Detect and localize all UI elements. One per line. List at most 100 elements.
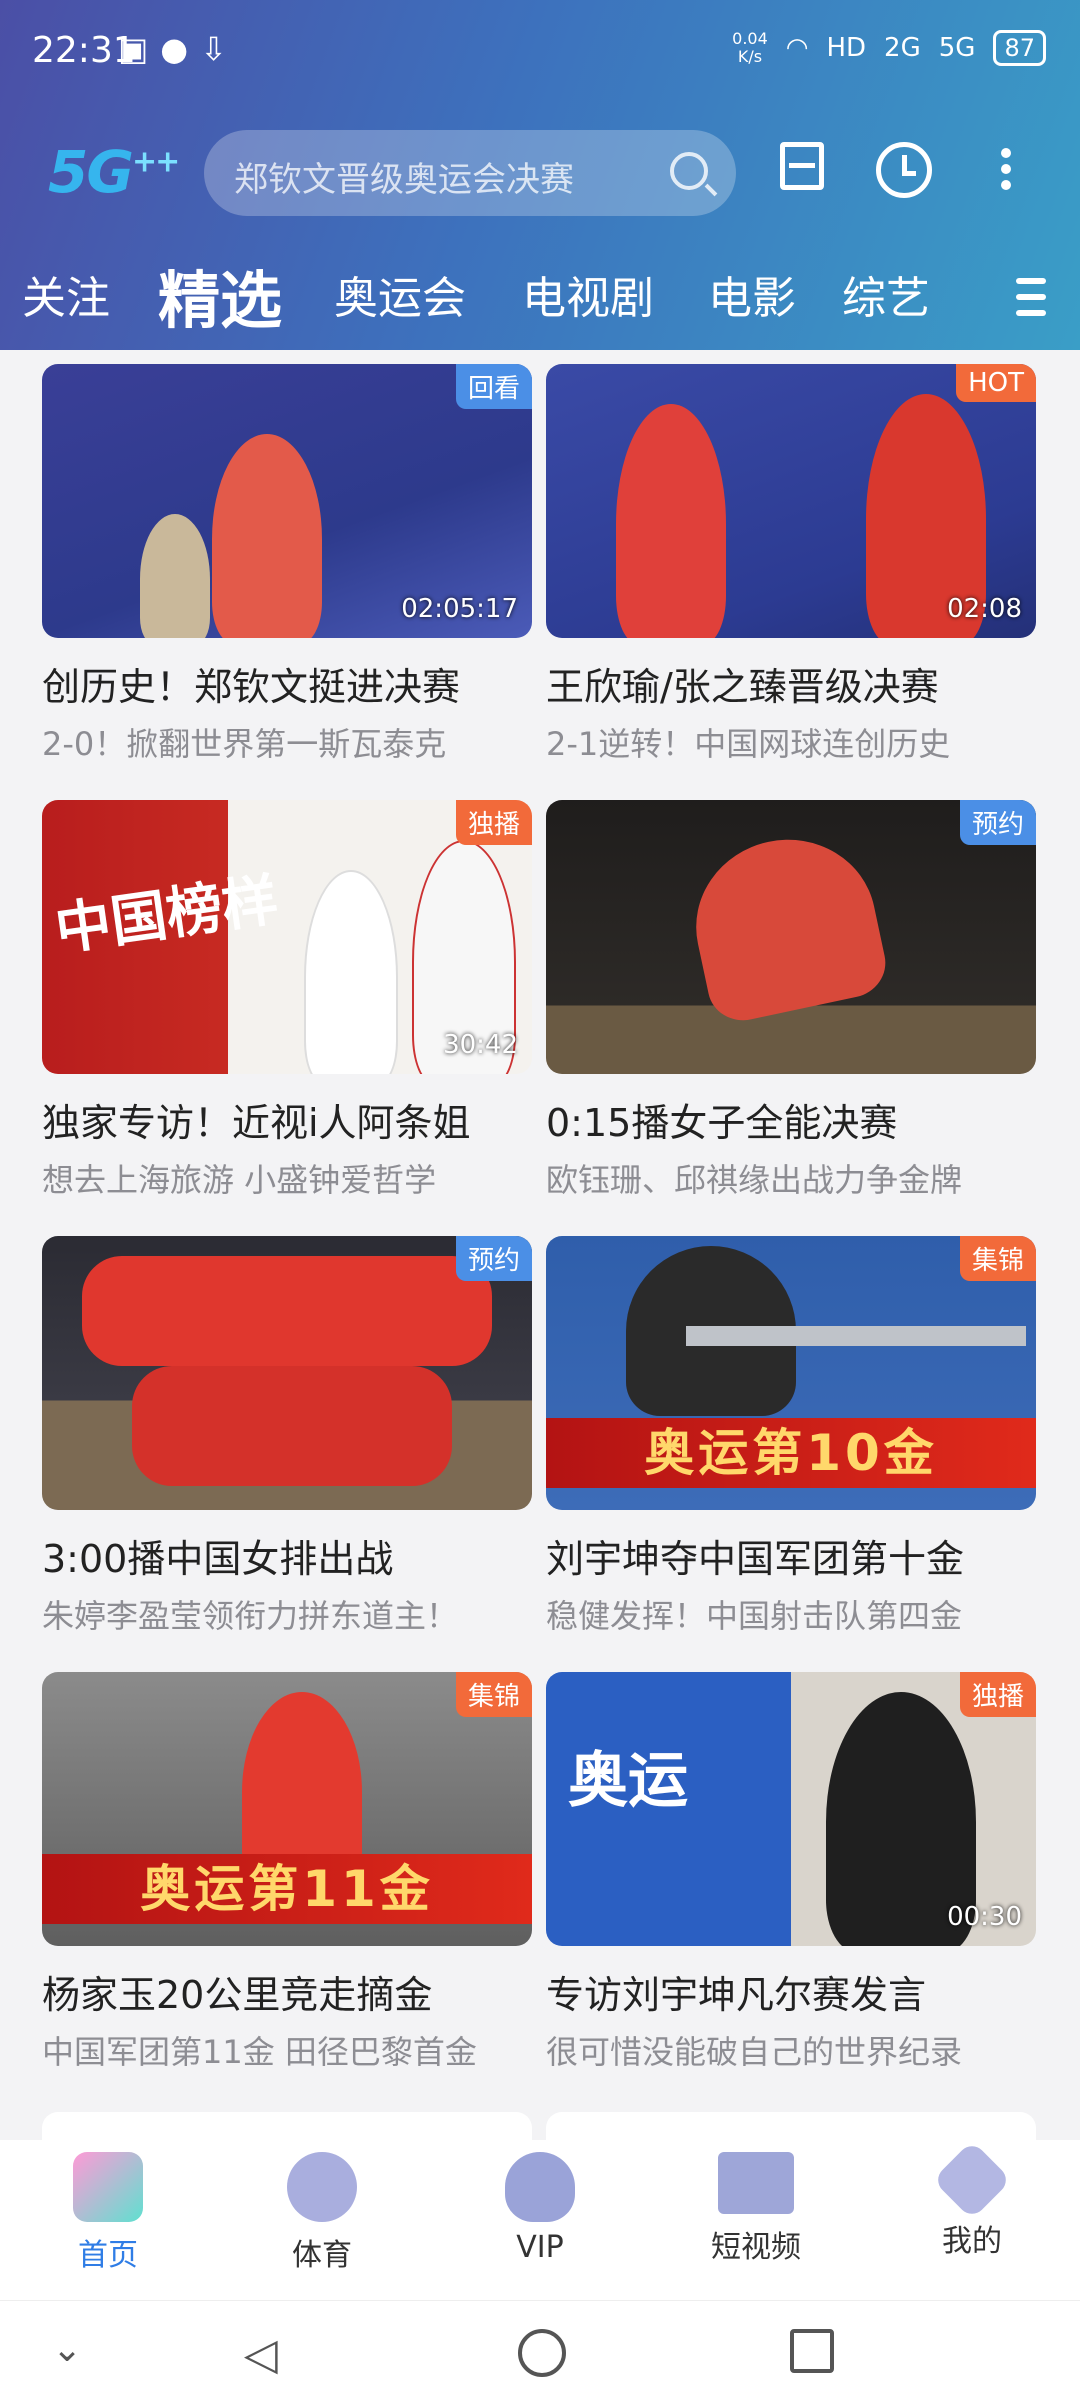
video-thumbnail: 奥运 独播 00:30 [546,1672,1036,1946]
nav-profile[interactable]: 我的 [902,2140,1042,2260]
app-logo[interactable]: 5G++ [48,138,180,206]
thumbnail-overlay: 奥运 [568,1746,688,1816]
tab-tv-series[interactable]: 电视剧 [522,262,654,326]
nav-home[interactable]: 首页 [38,2152,178,2274]
thumbnail-overlay: 中国榜样 [51,867,283,964]
status-right: 0.04 K/s ◠ HD 2G 5G 87 [732,30,1046,66]
card-title: 杨家玉20公里竞走摘金 [42,1973,433,2017]
card-subtitle: 欧钰珊、邱祺缘出战力争金牌 [546,1161,963,1199]
short-video-icon [718,2152,794,2214]
category-tabs: 关注 精选 奥运会 电视剧 电影 综艺 [0,250,1080,340]
card-subtitle: 2-0！掀翻世界第一斯瓦泰克 [42,725,447,763]
search-icon[interactable] [670,152,708,190]
video-card[interactable]: 回看 02:05:17 创历史！郑钦文挺进决赛 2-0！掀翻世界第一斯瓦泰克 [42,364,532,765]
card-title: 0:15播女子全能决赛 [546,1101,898,1145]
video-card[interactable]: HOT 02:08 王欣瑜/张之臻晋级决赛 2-1逆转！中国网球连创历史 [546,364,1036,765]
sports-icon [287,2152,357,2222]
card-tag: 集锦 [455,1672,532,1717]
recents-icon[interactable] [790,2329,834,2373]
card-subtitle: 很可惜没能破自己的世界纪录 [546,2033,963,2071]
collapse-icon[interactable]: ⌄ [52,2329,82,2370]
video-card[interactable]: 中国榜样 独播 30:42 独家专访！近视i人阿条姐 想去上海旅游 小盛钟爱哲学 [42,800,532,1201]
card-subtitle: 想去上海旅游 小盛钟爱哲学 [42,1161,437,1199]
history-icon[interactable] [876,142,932,198]
signal-5g: 5G [938,33,976,63]
bottom-navigation: 首页 体育 VIP 短视频 我的 [0,2140,1080,2300]
battery-indicator: 87 [993,30,1046,66]
card-title: 刘宇坤夺中国军团第十金 [546,1537,965,1581]
tab-menu-icon[interactable] [1016,268,1046,326]
tab-olympics[interactable]: 奥运会 [334,262,466,326]
top-bar: 5G++ 郑钦文晋级奥运会决赛 [0,120,1080,220]
search-placeholder: 郑钦文晋级奥运会决赛 [234,160,574,200]
video-card[interactable]: 预约 0:15播女子全能决赛 欧钰珊、邱祺缘出战力争金牌 [546,800,1036,1201]
net-speed: 0.04 K/s [732,30,768,66]
search-bar[interactable]: 郑钦文晋级奥运会决赛 [204,130,736,216]
logo-sup: ++ [131,144,180,180]
signal-2g: 2G [884,33,921,63]
tab-featured[interactable]: 精选 [158,250,282,340]
card-subtitle: 2-1逆转！中国网球连创历史 [546,725,951,763]
card-title: 王欣瑜/张之臻晋级决赛 [546,665,939,709]
card-tag: HOT [956,364,1036,402]
back-icon[interactable]: ◁ [244,2329,278,2380]
card-subtitle: 中国军团第11金 田径巴黎首金 [42,2033,477,2071]
nav-label: 短视频 [711,2230,801,2265]
video-thumbnail: HOT 02:08 [546,364,1036,638]
nav-label: 我的 [942,2224,1002,2259]
card-duration: 00:30 [947,1902,1022,1932]
notification-icons: ▣ ● ⇩ [118,30,227,68]
wifi-icon: ◠ [785,33,809,63]
tab-movies[interactable]: 电影 [708,262,796,326]
card-duration: 30:42 [443,1030,518,1060]
home-icon [73,2152,143,2222]
card-title: 3:00播中国女排出战 [42,1537,394,1581]
card-title: 创历史！郑钦文挺进决赛 [42,665,461,709]
card-title: 独家专访！近视i人阿条姐 [42,1101,471,1145]
nav-label: 体育 [292,2238,352,2273]
card-tag: 独播 [959,1672,1036,1717]
inbox-icon[interactable] [780,142,824,190]
thumbnail-overlay: 奥运第11金 [42,1854,532,1924]
video-card[interactable]: 奥运第10金 集锦 刘宇坤夺中国军团第十金 稳健发挥！中国射击队第四金 [546,1236,1036,1637]
vip-flame-icon [505,2152,575,2222]
card-title: 专访刘宇坤凡尔赛发言 [546,1973,927,2017]
net-speed-unit: K/s [737,47,763,66]
more-icon[interactable] [996,142,1016,198]
video-thumbnail: 奥运第11金 集锦 [42,1672,532,1946]
thumbnail-overlay: 奥运第10金 [546,1418,1036,1488]
card-duration: 02:05:17 [401,594,518,624]
heart-profile-icon [932,2140,1012,2220]
video-thumbnail: 奥运第10金 集锦 [546,1236,1036,1510]
video-card[interactable]: 奥运 独播 00:30 专访刘宇坤凡尔赛发言 很可惜没能破自己的世界纪录 [546,1672,1036,2073]
wechat-icon: ● [160,30,189,68]
signal-hd: HD [826,33,867,63]
nav-vip[interactable]: VIP [470,2152,610,2265]
home-button-icon[interactable] [518,2329,566,2377]
nav-short-video[interactable]: 短视频 [686,2152,826,2266]
tab-follow[interactable]: 关注 [22,262,110,326]
video-thumbnail: 预约 [546,800,1036,1074]
card-tag: 独播 [455,800,532,845]
card-tag: 回看 [455,364,532,409]
card-tag: 集锦 [959,1236,1036,1281]
nav-label: VIP [516,2230,564,2265]
card-duration: 02:08 [947,594,1022,624]
net-speed-value: 0.04 [732,29,768,48]
video-thumbnail: 预约 [42,1236,532,1510]
system-navigation: ⌄ ◁ [0,2300,1080,2401]
logo-text: 5G [48,138,134,206]
video-thumbnail: 中国榜样 独播 30:42 [42,800,532,1074]
video-card[interactable]: 预约 3:00播中国女排出战 朱婷李盈莹领衔力拼东道主！ [42,1236,532,1637]
card-tag: 预约 [959,800,1036,845]
app-notification-icon: ▣ [118,30,149,68]
card-subtitle: 朱婷李盈莹领衔力拼东道主！ [42,1597,459,1635]
card-subtitle: 稳健发挥！中国射击队第四金 [546,1597,963,1635]
nav-sports[interactable]: 体育 [252,2152,392,2274]
nav-label: 首页 [78,2238,138,2273]
video-card[interactable]: 奥运第11金 集锦 杨家玉20公里竞走摘金 中国军团第11金 田径巴黎首金 [42,1672,532,2073]
tab-variety[interactable]: 综艺 [842,262,930,326]
card-tag: 预约 [455,1236,532,1281]
header: 22:31 ▣ ● ⇩ 0.04 K/s ◠ HD 2G 5G 87 5G++ … [0,0,1080,350]
download-icon: ⇩ [200,30,227,68]
